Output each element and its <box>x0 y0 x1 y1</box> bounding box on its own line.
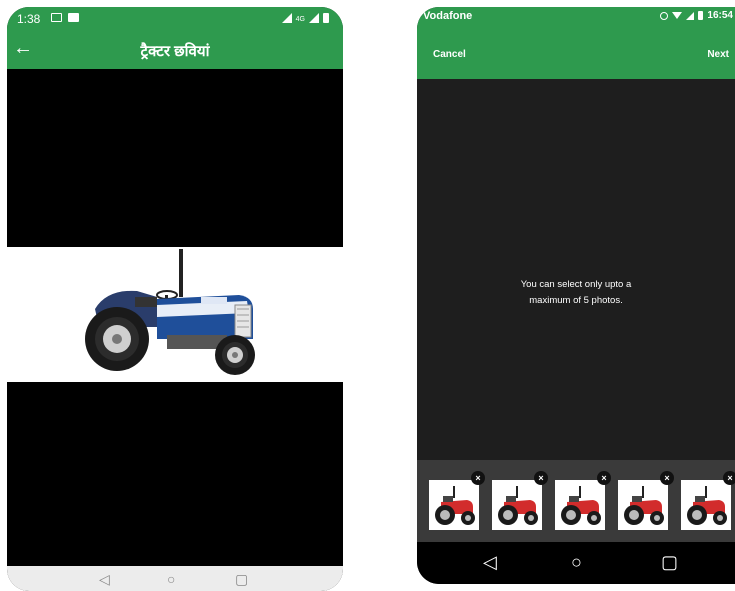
selected-photos-strip: × × × × × <box>417 460 735 542</box>
network-type: 4G <box>295 16 305 23</box>
notification-image-icon <box>51 13 62 22</box>
remove-photo-button[interactable]: × <box>597 471 611 485</box>
red-tractor-image <box>498 486 538 525</box>
nav-recents-icon[interactable]: ▢ <box>661 553 678 571</box>
nav-recents-icon[interactable]: ▢ <box>235 571 248 588</box>
message-line-1: You can select only upto a <box>520 279 632 290</box>
red-tractor-image <box>624 486 664 525</box>
signal-icon <box>281 13 292 23</box>
carrier-name: Vodafone <box>423 10 473 22</box>
selected-photo-thumbnail[interactable]: × <box>618 471 674 530</box>
nav-home-icon[interactable]: ○ <box>167 571 175 587</box>
selection-limit-message: You can select only upto a maximum of 5 … <box>417 277 735 309</box>
status-icons: 4G <box>281 13 329 23</box>
tractor-illustration <box>85 249 255 375</box>
navigation-bar: ◁ ○ ▢ <box>7 566 343 591</box>
selected-photo-thumbnail[interactable]: × <box>555 471 611 530</box>
nav-back-icon[interactable]: ◁ <box>483 553 497 571</box>
remove-photo-button[interactable]: × <box>723 471 735 485</box>
red-tractor-image <box>561 486 601 525</box>
signal-icon <box>686 11 695 20</box>
status-time: 16:54 <box>707 10 733 21</box>
message-line-2: maximum of 5 photos. <box>529 295 623 306</box>
tractor-image[interactable] <box>7 247 343 382</box>
status-icons: 16:54 <box>660 10 733 21</box>
remove-photo-button[interactable]: × <box>471 471 485 485</box>
cancel-button[interactable]: Cancel <box>433 49 466 60</box>
picker-header: Vodafone 16:54 Cancel Next <box>417 7 735 79</box>
page-title: ट्रैक्टर छवियां <box>140 43 210 60</box>
selected-photo-thumbnail[interactable]: × <box>492 471 548 530</box>
notification-icons <box>51 13 79 22</box>
signal-icon-2 <box>309 13 319 23</box>
status-bar: 1:38 4G <box>7 7 343 31</box>
image-viewer-background-bottom <box>7 382 343 566</box>
nav-back-icon[interactable]: ◁ <box>99 571 110 588</box>
status-time: 1:38 <box>17 12 41 26</box>
left-phone-screen: 1:38 4G ← ट्रैक्टर छवियां ◁ ○ ▢ <box>7 7 343 591</box>
red-tractor-image <box>435 486 475 525</box>
battery-icon <box>698 11 704 20</box>
red-tractor-image <box>687 486 727 525</box>
battery-icon <box>323 13 329 23</box>
remove-photo-button[interactable]: × <box>534 471 548 485</box>
alarm-icon <box>660 11 669 20</box>
selected-photo-thumbnail[interactable]: × <box>429 471 485 530</box>
next-button[interactable]: Next <box>707 49 729 60</box>
navigation-bar: ◁ ○ ▢ <box>417 542 735 584</box>
photo-picker-body: You can select only upto a maximum of 5 … <box>417 79 735 460</box>
app-bar: ← ट्रैक्टर छवियां <box>7 31 343 69</box>
notification-gallery-icon <box>68 13 79 22</box>
selected-photo-thumbnail[interactable]: × <box>681 471 735 530</box>
nav-home-icon[interactable]: ○ <box>571 553 582 571</box>
remove-photo-button[interactable]: × <box>660 471 674 485</box>
right-phone-screen: Vodafone 16:54 Cancel Next You can selec… <box>417 7 735 584</box>
wifi-icon <box>672 12 683 19</box>
image-viewer-background-top <box>7 69 343 247</box>
